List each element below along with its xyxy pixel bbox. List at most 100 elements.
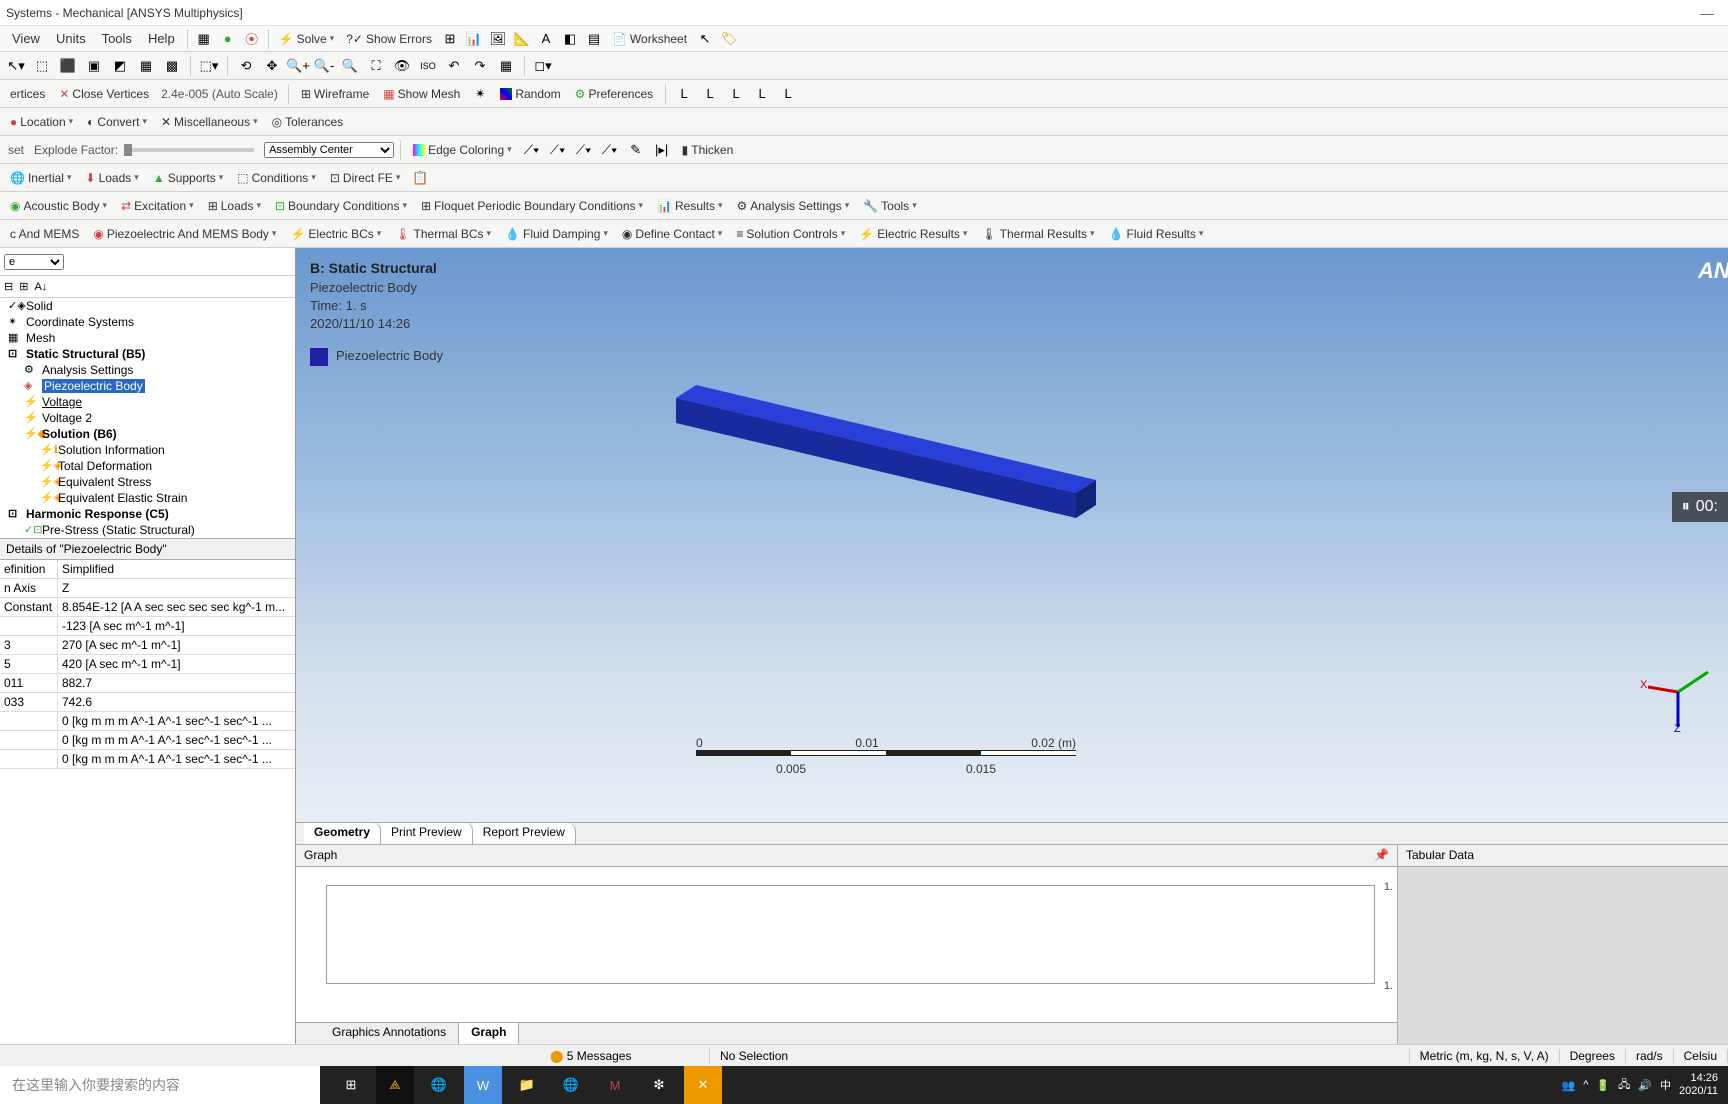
details-row[interactable]: 0 [kg m m m A^-1 A^-1 sec^-1 sec^-1 ... xyxy=(0,731,295,750)
e4-icon[interactable]: ⟋▾ xyxy=(601,141,619,159)
details-row[interactable]: -123 [A sec m^-1 m^-1] xyxy=(0,617,295,636)
collapse-icon[interactable]: ⊟ xyxy=(4,280,13,293)
task-app2[interactable]: 🌐 xyxy=(420,1066,458,1104)
expand-icon[interactable]: ⊞ xyxy=(19,280,28,293)
tolerances-button[interactable]: ◎Tolerances xyxy=(266,113,350,131)
bc-button[interactable]: ⊡Boundary Conditions▾ xyxy=(269,197,413,215)
check-icon[interactable]: ● xyxy=(219,30,237,48)
tree-analysis[interactable]: ⚙Analysis Settings xyxy=(0,362,295,378)
tree-voltage2[interactable]: ⚡Voltage 2 xyxy=(0,410,295,426)
details-row[interactable]: n AxisZ xyxy=(0,579,295,598)
thicken-button[interactable]: ▮Thicken xyxy=(676,141,740,159)
pin-icon[interactable]: 📌 xyxy=(1374,848,1389,863)
status-messages[interactable]: ⬤ 5 Messages xyxy=(540,1049,710,1063)
cs4-icon[interactable]: L xyxy=(753,85,771,103)
window-icon[interactable]: ◧ xyxy=(561,30,579,48)
e5-icon[interactable]: ✎ xyxy=(627,141,645,159)
supports-button[interactable]: ▲Supports▾ xyxy=(147,169,229,187)
outline-tree[interactable]: ✓◈Solid ✴Coordinate Systems ▦Mesh ⊡Stati… xyxy=(0,298,295,538)
fe-icon[interactable]: 📋 xyxy=(411,169,429,187)
wireframe-button[interactable]: ⊞Wireframe xyxy=(295,85,375,103)
details-row[interactable]: 011882.7 xyxy=(0,674,295,693)
fpbc-button[interactable]: ⊞Floquet Periodic Boundary Conditions▾ xyxy=(415,197,649,215)
task-app5[interactable]: 🌐 xyxy=(552,1066,590,1104)
e2-icon[interactable]: ⟋▾ xyxy=(549,141,567,159)
face-icon[interactable]: ▣ xyxy=(85,57,103,75)
details-row[interactable]: 5420 [A sec m^-1 m^-1] xyxy=(0,655,295,674)
tray-people-icon[interactable]: 👥 xyxy=(1562,1079,1576,1092)
menu-units[interactable]: Units xyxy=(48,28,94,49)
solve-button[interactable]: ⚡Solve▾ xyxy=(273,30,341,48)
iso-icon[interactable]: ISO xyxy=(419,57,437,75)
tools-button[interactable]: 🔧Tools▾ xyxy=(857,197,923,215)
table-icon[interactable]: ▤ xyxy=(585,30,603,48)
location-button[interactable]: ●Location▾ xyxy=(4,113,79,131)
cs2-icon[interactable]: L xyxy=(701,85,719,103)
close-vertices-button[interactable]: ✕Close Vertices xyxy=(53,85,155,103)
tray-up-icon[interactable]: ^ xyxy=(1583,1079,1588,1091)
e6-icon[interactable]: |▸| xyxy=(653,141,671,159)
fluid-results-button[interactable]: 💧Fluid Results▾ xyxy=(1103,225,1210,243)
tree-solid[interactable]: ✓◈Solid xyxy=(0,298,295,314)
body-icon[interactable]: ◩ xyxy=(111,57,129,75)
tab-graph[interactable]: Graph xyxy=(459,1023,519,1044)
conditions-button[interactable]: ⬚Conditions▾ xyxy=(231,169,322,187)
cs5-icon[interactable]: L xyxy=(779,85,797,103)
random-button[interactable]: Random xyxy=(494,85,566,103)
layout-icon[interactable]: ▦ xyxy=(195,30,213,48)
loads-button[interactable]: ⬇Loads▾ xyxy=(80,169,145,187)
pause-icon[interactable]: ⏸ xyxy=(1682,498,1690,516)
excitation-button[interactable]: ⇄Excitation▾ xyxy=(115,197,200,215)
show-errors-button[interactable]: ?✓Show Errors xyxy=(340,30,438,48)
grid-icon[interactable]: ⊞ xyxy=(441,30,459,48)
tree-piezo-body[interactable]: ◈Piezoelectric Body xyxy=(0,378,295,394)
tray-net-icon[interactable]: 🖧 xyxy=(1618,1076,1630,1095)
minimize-button[interactable]: — xyxy=(1692,5,1722,21)
image-icon[interactable]: 🖼 xyxy=(489,30,507,48)
tree-voltage[interactable]: ⚡Voltage xyxy=(0,394,295,410)
task-app3[interactable]: W xyxy=(464,1066,502,1104)
viewport-3d[interactable]: B: Static Structural Piezoelectric Body … xyxy=(296,248,1728,822)
edge-icon[interactable]: ⬛ xyxy=(59,57,77,75)
tab-print-preview[interactable]: Print Preview xyxy=(381,823,473,844)
graph-body[interactable]: 1. 1. xyxy=(296,867,1397,1022)
worksheet-button[interactable]: 📄Worksheet xyxy=(606,30,693,48)
tree-totdef[interactable]: ⚡◈Total Deformation xyxy=(0,458,295,474)
tab-graphics-ann[interactable]: Graphics Annotations xyxy=(320,1023,459,1044)
taskbar-search[interactable]: 在这里输入你要搜索的内容 xyxy=(0,1066,320,1104)
cs1-icon[interactable]: L xyxy=(675,85,693,103)
task-app4[interactable]: 📁 xyxy=(508,1066,546,1104)
next-icon[interactable]: ↷ xyxy=(471,57,489,75)
thermal-bc-button[interactable]: 🌡Thermal BCs▾ xyxy=(389,225,497,243)
filter-select[interactable]: e xyxy=(4,254,64,270)
prev-icon[interactable]: ↶ xyxy=(445,57,463,75)
details-row[interactable]: Constant8.854E-12 [A A sec sec sec sec k… xyxy=(0,598,295,617)
elem-icon[interactable]: ▩ xyxy=(163,57,181,75)
cs3-icon[interactable]: L xyxy=(727,85,745,103)
tray-clock[interactable]: 14:26 2020/11 xyxy=(1679,1072,1718,1098)
acoustic-body-button[interactable]: ◉Acoustic Body▾ xyxy=(4,197,113,215)
assembly-select[interactable]: Assembly Center xyxy=(264,142,394,158)
node-icon[interactable]: ▦ xyxy=(137,57,155,75)
results-button[interactable]: 📊Results▾ xyxy=(651,197,729,215)
task-view-icon[interactable]: ⊞ xyxy=(332,1066,370,1104)
details-row[interactable]: 033742.6 xyxy=(0,693,295,712)
tab-report-preview[interactable]: Report Preview xyxy=(473,823,576,844)
cursor-icon[interactable]: ↖▾ xyxy=(7,57,25,75)
direct-fe-button[interactable]: ⊡Direct FE▾ xyxy=(324,169,407,187)
task-app6[interactable]: M xyxy=(596,1066,634,1104)
menu-help[interactable]: Help xyxy=(140,28,183,49)
explode-slider[interactable] xyxy=(124,148,254,152)
view-cube-icon[interactable]: ◻▾ xyxy=(534,57,552,75)
tag-icon[interactable]: 🏷 xyxy=(720,30,738,48)
tab-geometry[interactable]: Geometry xyxy=(304,823,381,844)
dots-icon[interactable]: ⦿ xyxy=(243,30,261,48)
tree-harmonic[interactable]: ⊡Harmonic Response (C5) xyxy=(0,506,295,522)
pan-icon[interactable]: ✥ xyxy=(263,57,281,75)
pointer-icon[interactable]: ↖ xyxy=(696,30,714,48)
task-app8[interactable]: ✕ xyxy=(684,1066,722,1104)
rotate-icon[interactable]: ⟲ xyxy=(237,57,255,75)
details-row[interactable]: 0 [kg m m m A^-1 A^-1 sec^-1 sec^-1 ... xyxy=(0,712,295,731)
menu-view[interactable]: View xyxy=(4,28,48,49)
vertices-button[interactable]: ertices xyxy=(4,85,51,103)
